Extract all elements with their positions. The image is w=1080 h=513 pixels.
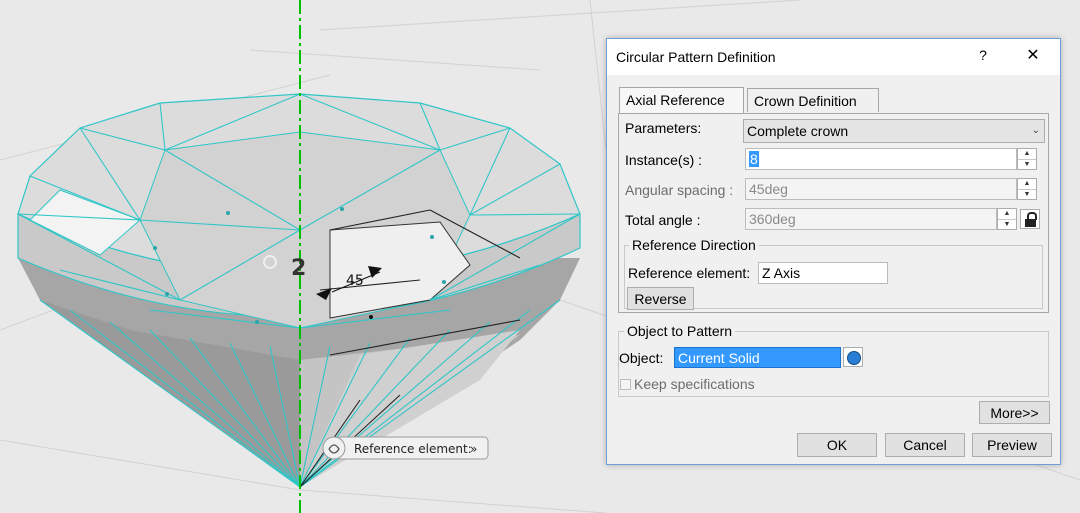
- reference-element-value: Z Axis: [762, 265, 801, 281]
- preview-button[interactable]: Preview: [972, 433, 1052, 457]
- help-button[interactable]: ?: [973, 47, 993, 67]
- instances-label: Instance(s) :: [625, 152, 703, 168]
- tooltip-label: Reference element:: [354, 442, 472, 456]
- total-angle-value: 360deg: [749, 211, 796, 227]
- select-object-icon[interactable]: [843, 347, 863, 367]
- reference-element-tooltip[interactable]: Reference element: »: [322, 436, 489, 460]
- object-to-pattern-title: Object to Pattern: [624, 323, 736, 339]
- object-input[interactable]: Current Solid: [674, 347, 841, 368]
- link-icon: [322, 436, 346, 460]
- circular-pattern-dialog: Circular Pattern Definition ? ✕ Axial Re…: [606, 38, 1061, 465]
- angular-spacing-spinner[interactable]: ▲ ▼: [1017, 178, 1037, 200]
- total-angle-spinner[interactable]: ▲ ▼: [997, 208, 1017, 230]
- reference-direction-title: Reference Direction: [629, 237, 759, 253]
- close-icon[interactable]: ✕: [1021, 45, 1045, 69]
- cancel-button[interactable]: Cancel: [885, 433, 965, 457]
- reverse-label: Reverse: [634, 291, 687, 307]
- tab-axial-reference[interactable]: Axial Reference: [619, 87, 744, 113]
- angular-spacing-input[interactable]: 45deg: [745, 178, 1017, 200]
- ok-label: OK: [826, 437, 848, 453]
- chevron-right-icon: »: [470, 442, 477, 456]
- parameters-value: Complete crown: [747, 123, 849, 139]
- keep-specifications-label: Keep specifications: [634, 376, 755, 392]
- tab-crown-definition[interactable]: Crown Definition: [747, 88, 879, 112]
- tab-label: Crown Definition: [754, 93, 857, 109]
- lock-icon[interactable]: [1020, 209, 1040, 229]
- parameters-dropdown[interactable]: Complete crown ⌄: [743, 119, 1045, 143]
- instances-input[interactable]: 8: [745, 148, 1017, 170]
- reference-element-input[interactable]: Z Axis: [758, 262, 888, 284]
- instances-value: 8: [749, 151, 759, 167]
- object-label: Object:: [619, 350, 664, 366]
- preview-label: Preview: [987, 437, 1037, 453]
- angular-spacing-value: 45deg: [749, 181, 788, 197]
- instances-spinner[interactable]: ▲ ▼: [1017, 148, 1037, 170]
- total-angle-input[interactable]: 360deg: [745, 208, 997, 230]
- angular-spacing-label: Angular spacing :: [625, 182, 734, 198]
- axial-reference-panel: Parameters: Complete crown ⌄ Instance(s)…: [618, 113, 1049, 313]
- cancel-label: Cancel: [903, 437, 947, 453]
- ok-button[interactable]: OK: [797, 433, 877, 457]
- more-label: More>>: [990, 405, 1039, 421]
- total-angle-label: Total angle :: [625, 212, 701, 228]
- more-button[interactable]: More>>: [979, 401, 1050, 424]
- keep-specifications-checkbox[interactable]: [620, 379, 631, 390]
- chevron-down-icon: ⌄: [1031, 125, 1040, 136]
- instance-count-label[interactable]: 2: [291, 256, 306, 281]
- object-value: Current Solid: [678, 350, 760, 366]
- dialog-titlebar[interactable]: Circular Pattern Definition ? ✕: [607, 39, 1060, 75]
- reverse-button[interactable]: Reverse: [627, 287, 694, 310]
- dialog-title: Circular Pattern Definition: [616, 49, 776, 65]
- reference-element-label: Reference element:: [628, 265, 751, 281]
- parameters-label: Parameters:: [625, 120, 702, 136]
- tab-label: Axial Reference: [626, 92, 725, 108]
- angle-value-label: 45: [346, 273, 364, 289]
